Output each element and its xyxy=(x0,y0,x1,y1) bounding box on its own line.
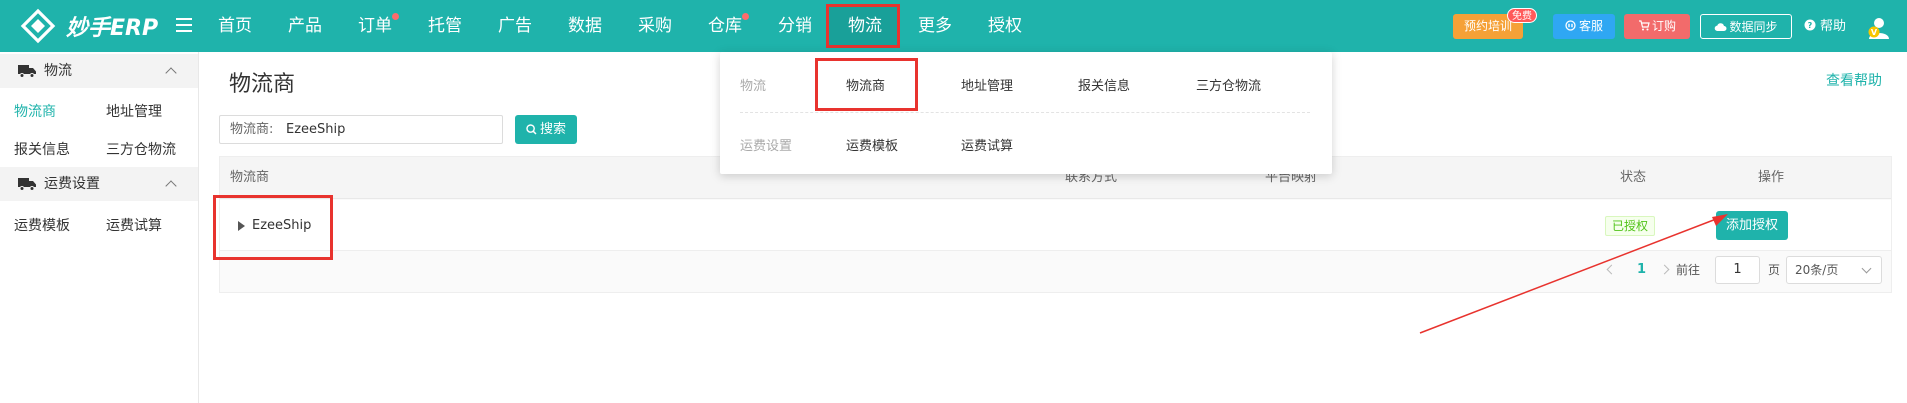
add-authorization-button[interactable]: 添加授权 xyxy=(1716,211,1788,240)
provider-name: EzeeShip xyxy=(252,218,312,233)
search-field[interactable]: 物流商: xyxy=(219,115,503,144)
customer-service-button[interactable]: 客服 xyxy=(1553,14,1615,39)
pagination-page-unit: 页 xyxy=(1768,263,1781,277)
page-size-select[interactable]: 20条/页 xyxy=(1786,256,1882,284)
chevron-up-icon xyxy=(165,67,177,79)
cart-icon xyxy=(1638,20,1650,31)
dropdown-item-customs-info[interactable]: 报关信息 xyxy=(1078,75,1130,94)
page-size-value: 20条/页 xyxy=(1795,263,1839,277)
menu-toggle-icon[interactable] xyxy=(176,18,192,32)
nav-purchase[interactable]: 采购 xyxy=(638,0,672,52)
chevron-right-icon[interactable] xyxy=(1659,264,1670,275)
nav-authorize[interactable]: 授权 xyxy=(988,0,1022,52)
brand-logo-icon xyxy=(20,8,56,44)
nav-more[interactable]: 更多 xyxy=(918,0,952,52)
nav-orders-dot xyxy=(392,13,399,20)
column-header-provider: 物流商 xyxy=(230,170,270,185)
nav-orders[interactable]: 订单 xyxy=(358,0,392,52)
nav-data[interactable]: 数据 xyxy=(568,0,602,52)
data-sync-label: 数据同步 xyxy=(1729,20,1778,34)
chevron-up-icon xyxy=(165,180,177,192)
help-circle-icon: ? xyxy=(1804,19,1816,31)
sidebar-item-address-management[interactable]: 地址管理 xyxy=(106,101,162,121)
dropdown-item-logistics-provider[interactable]: 物流商 xyxy=(846,75,885,94)
status-badge: 已授权 xyxy=(1605,216,1656,236)
customer-service-label: 客服 xyxy=(1578,19,1603,33)
search-label: 物流商: xyxy=(230,122,274,137)
chevron-left-icon[interactable] xyxy=(1606,264,1617,275)
headset-icon xyxy=(1565,20,1576,31)
view-help-link[interactable]: 查看帮助 xyxy=(1826,70,1882,90)
svg-text:?: ? xyxy=(1808,21,1813,30)
app-window: 妙手ERP 首页 产品 订单 托管 广告 数据 采购 仓库 分销 物流 更多 授… xyxy=(0,0,1907,403)
sidebar-group-freight-settings[interactable]: 运费设置 xyxy=(0,167,198,201)
dropdown-item-address-management[interactable]: 地址管理 xyxy=(961,75,1013,94)
pagination-current-page[interactable]: 1 xyxy=(1637,251,1646,289)
truck-icon xyxy=(18,65,36,78)
pagination: 1 前往 1 页 20条/页 xyxy=(220,251,1891,292)
sidebar-item-freight-template[interactable]: 运费模板 xyxy=(14,215,70,235)
dropdown-item-freight-template[interactable]: 运费模板 xyxy=(846,135,898,154)
expand-caret-icon[interactable] xyxy=(238,221,245,231)
dropdown-category-freight-settings: 运费设置 xyxy=(740,139,793,154)
nav-hosting[interactable]: 托管 xyxy=(428,0,462,52)
nav-products[interactable]: 产品 xyxy=(288,0,322,52)
sidebar-item-logistics-provider[interactable]: 物流商 xyxy=(14,101,56,121)
data-sync-button[interactable]: 数据同步 xyxy=(1700,14,1792,39)
sidebar-group-label: 运费设置 xyxy=(44,176,100,192)
search-input[interactable] xyxy=(286,116,496,143)
column-header-status: 状态 xyxy=(1620,170,1647,185)
pagination-goto-label: 前往 xyxy=(1676,263,1701,277)
dropdown-category-logistics: 物流 xyxy=(740,79,767,94)
order-label: 订购 xyxy=(1651,19,1676,33)
search-button-label: 搜索 xyxy=(539,122,566,137)
nav-warehouse-dot xyxy=(742,13,749,20)
nav-warehouse[interactable]: 仓库 xyxy=(708,0,742,52)
top-navbar: 妙手ERP 首页 产品 订单 托管 广告 数据 采购 仓库 分销 物流 更多 授… xyxy=(0,0,1907,52)
nav-ads[interactable]: 广告 xyxy=(498,0,532,52)
page-title: 物流商 xyxy=(229,72,296,97)
search-icon xyxy=(526,124,537,135)
truck-icon xyxy=(18,178,36,191)
nav-home[interactable]: 首页 xyxy=(218,0,252,52)
order-button[interactable]: 订购 xyxy=(1624,14,1690,39)
chevron-down-icon xyxy=(1861,263,1872,274)
nav-distribution[interactable]: 分销 xyxy=(778,0,812,52)
sidebar-group-label: 物流 xyxy=(44,63,72,79)
user-avatar-icon[interactable]: V xyxy=(1866,14,1892,40)
provider-table: 物流商 联系方式 平台映射 状态 操作 EzeeShip 已授权 添加授权 1 … xyxy=(219,156,1892,293)
sidebar-item-customs-info[interactable]: 报关信息 xyxy=(14,139,70,159)
svg-text:V: V xyxy=(1871,28,1878,37)
dropdown-divider xyxy=(740,112,1310,113)
sidebar-item-third-party-warehouse[interactable]: 三方仓物流 xyxy=(106,139,176,159)
help-link[interactable]: ? 帮助 xyxy=(1804,14,1846,39)
dropdown-item-freight-calculator[interactable]: 运费试算 xyxy=(961,135,1013,154)
cloud-sync-icon xyxy=(1715,23,1727,32)
table-row: EzeeShip 已授权 添加授权 xyxy=(220,200,1891,251)
brand-logo[interactable]: 妙手ERP xyxy=(20,8,158,44)
sidebar-group-logistics[interactable]: 物流 xyxy=(0,54,198,88)
brand-name: 妙手ERP xyxy=(66,16,159,41)
pagination-goto-input[interactable]: 1 xyxy=(1715,256,1760,284)
search-button[interactable]: 搜索 xyxy=(515,115,577,144)
dropdown-item-third-party-warehouse[interactable]: 三方仓物流 xyxy=(1196,75,1261,94)
sidebar: 物流 物流商 地址管理 报关信息 三方仓物流 运费设置 运费模板 运费试算 xyxy=(0,52,199,403)
column-header-actions: 操作 xyxy=(1758,170,1785,185)
nav-logistics[interactable]: 物流 xyxy=(848,0,882,52)
help-label: 帮助 xyxy=(1820,19,1847,34)
sidebar-item-freight-calculator[interactable]: 运费试算 xyxy=(106,215,162,235)
logistics-dropdown-menu: 物流 物流商 地址管理 报关信息 三方仓物流 运费设置 运费模板 运费试算 xyxy=(720,52,1332,174)
free-badge: 免费 xyxy=(1507,8,1537,23)
